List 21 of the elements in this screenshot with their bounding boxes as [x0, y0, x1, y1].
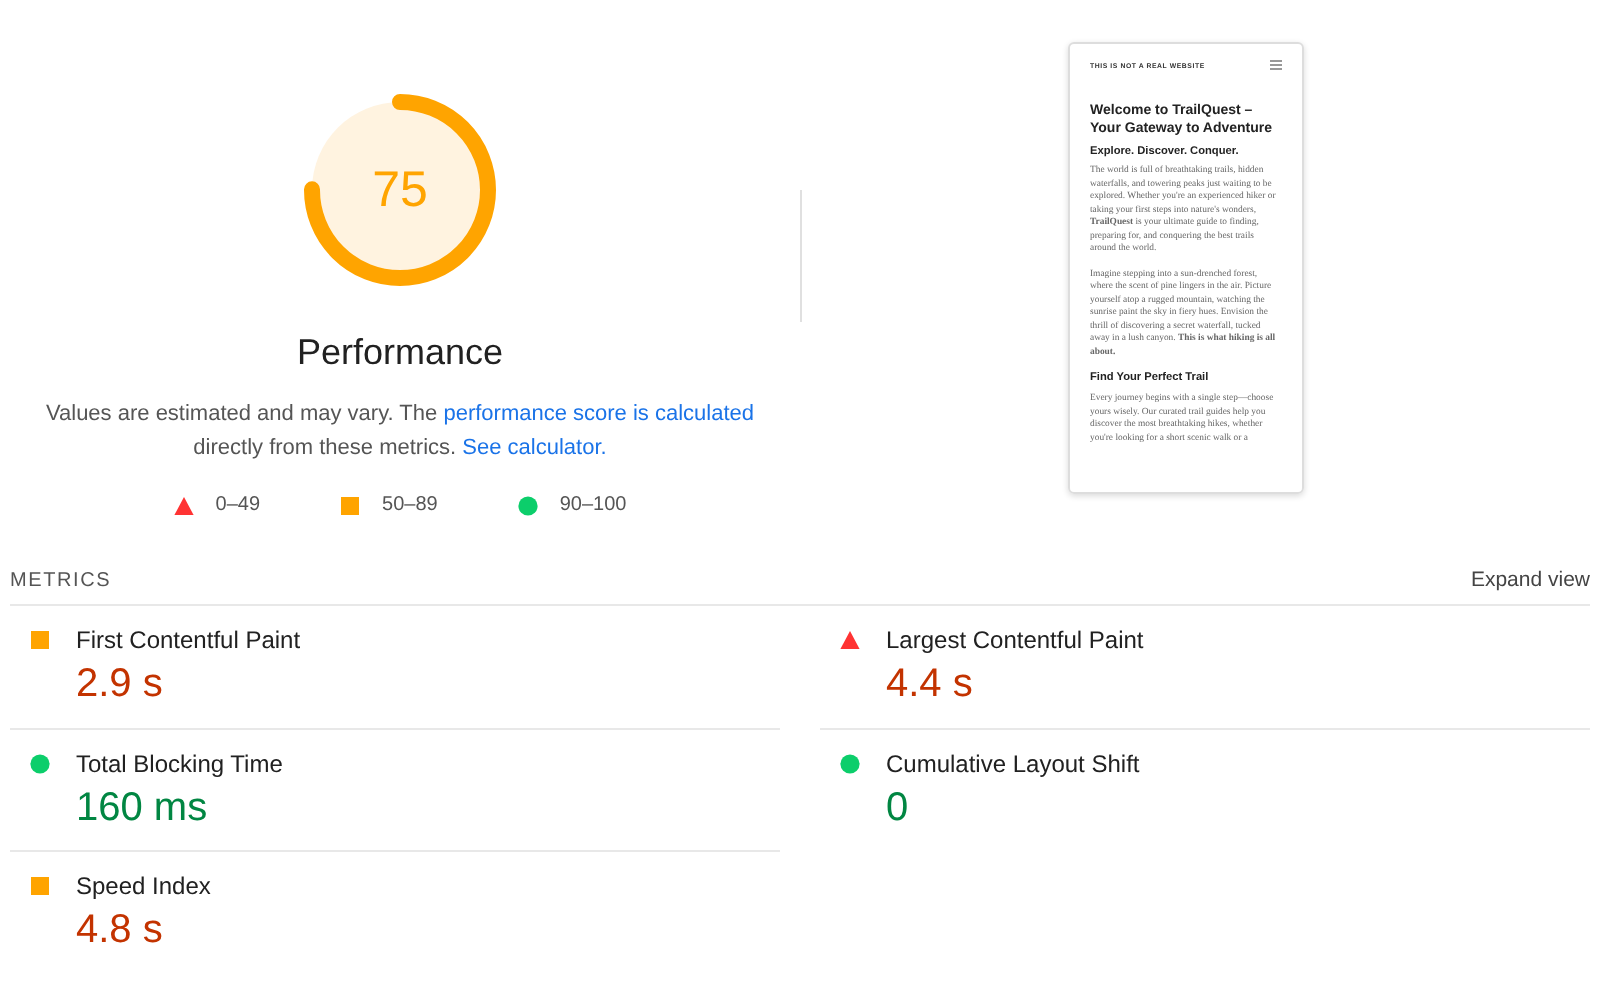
metric-value: 4.8 s — [76, 906, 165, 954]
legend-label: 50–89 — [382, 494, 438, 516]
metric-name: Cumulative Layout Shift — [886, 750, 1140, 778]
metric-name: First Contentful Paint — [76, 626, 301, 654]
legend-label: 0–49 — [215, 494, 261, 516]
metric-name: Speed Index — [76, 872, 211, 900]
metric-name: Largest Contentful Paint — [886, 626, 1144, 654]
score-value: 75 — [370, 160, 430, 220]
metric-value: 160 ms — [76, 784, 210, 832]
expand-view-button[interactable]: Expand view — [1470, 564, 1590, 596]
menu-icon — [1270, 60, 1282, 70]
metric-value: 2.9 s — [76, 660, 165, 708]
metric-value: 0 — [886, 784, 911, 832]
metric-value: 4.4 s — [886, 660, 975, 708]
legend-label: 90–100 — [559, 494, 627, 516]
text-link[interactable]: See calculator. — [462, 436, 607, 460]
section-title: METRICS — [10, 569, 112, 591]
category-title: Performance — [296, 332, 504, 374]
metric-name: Total Blocking Time — [76, 750, 283, 778]
description-text: Values are estimated and may vary. The performance score is calculated directly from these metrics. See calculator. — [43, 400, 756, 464]
text-link[interactable]: performance score is calculated — [443, 402, 754, 426]
